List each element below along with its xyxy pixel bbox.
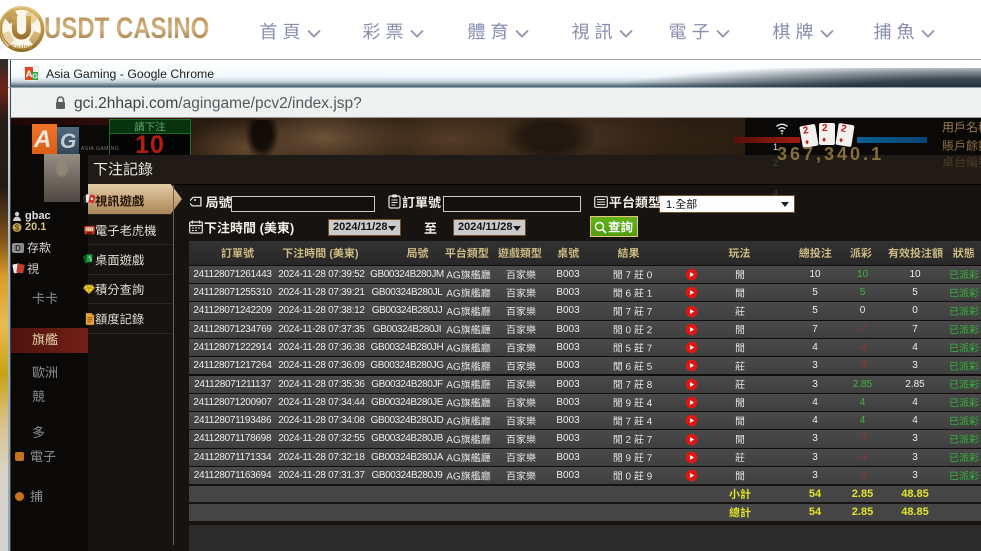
svg-text:$: $: [15, 224, 20, 233]
svg-text:D: D: [15, 244, 21, 253]
svg-text:777: 777: [86, 227, 92, 231]
svg-text:G: G: [32, 72, 38, 81]
svg-text:Casino: Casino: [11, 44, 33, 51]
